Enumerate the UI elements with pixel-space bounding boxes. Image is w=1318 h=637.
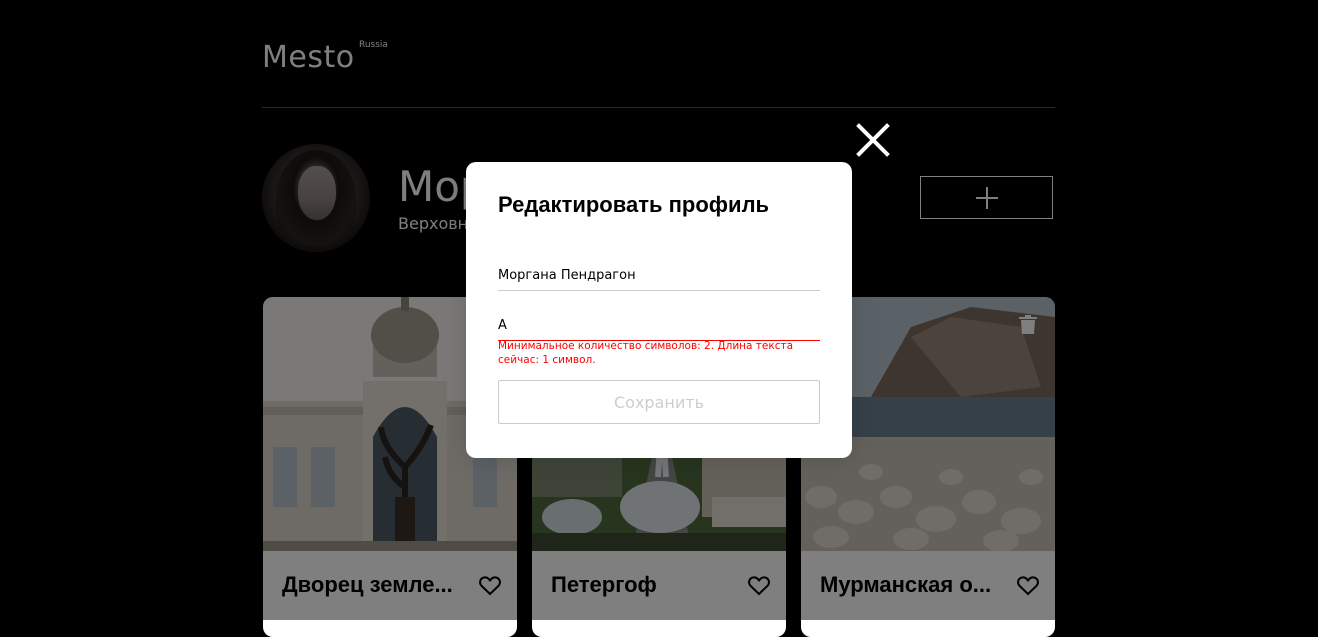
- modal-title: Редактировать профиль: [498, 192, 770, 217]
- edit-profile-modal: Редактировать профиль Минимальное количе…: [466, 162, 852, 458]
- close-icon[interactable]: [856, 123, 890, 157]
- save-button[interactable]: Сохранить: [498, 380, 820, 424]
- name-input[interactable]: [498, 264, 820, 291]
- about-error-message: Минимальное количество символов: 2. Длин…: [498, 340, 794, 366]
- about-input[interactable]: [498, 314, 820, 341]
